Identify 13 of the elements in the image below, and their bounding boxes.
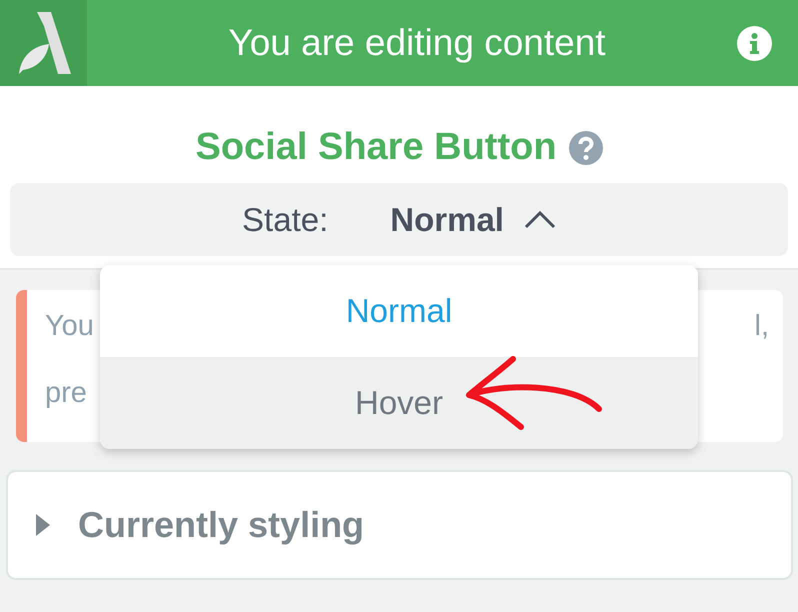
panel-title: Social Share Button: [195, 126, 557, 169]
notice-text: l,: [754, 310, 769, 343]
dropdown-option[interactable]: Normal: [100, 265, 698, 357]
help-icon[interactable]: [568, 130, 603, 164]
dropdown-option[interactable]: Hover: [100, 357, 698, 449]
info-icon[interactable]: [737, 26, 772, 60]
header-title: You are editing content: [227, 22, 607, 64]
section-header[interactable]: Currently styling: [6, 470, 793, 580]
notice-text: pre: [45, 377, 87, 410]
notice-text: You: [45, 310, 94, 343]
section-title: Currently styling: [78, 504, 364, 546]
state-selector[interactable]: State: Normal: [10, 183, 788, 256]
caret-icon: [524, 210, 556, 228]
